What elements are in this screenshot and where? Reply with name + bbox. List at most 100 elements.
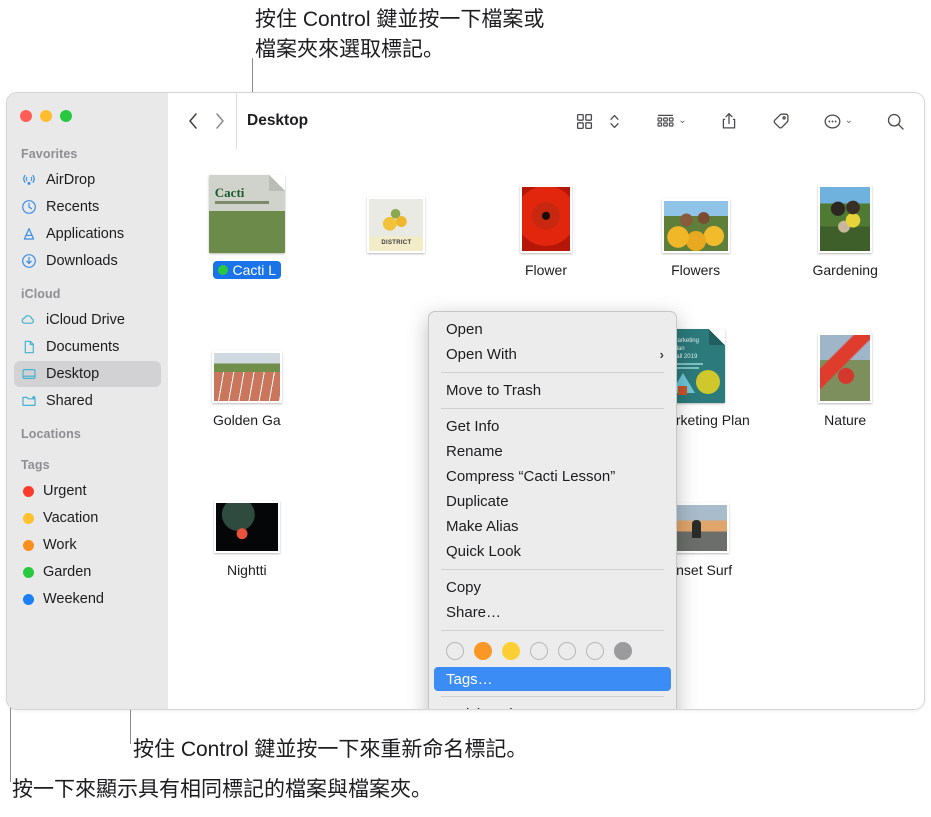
menu-item-label: Copy xyxy=(446,579,482,596)
blue-tag-swatch[interactable] xyxy=(558,642,576,660)
submenu-arrow-icon: › xyxy=(659,347,664,362)
sidebar-item-desktop[interactable]: Desktop xyxy=(14,361,161,387)
menu-item-open-with[interactable]: Open With › xyxy=(429,342,676,367)
menu-item-compress[interactable]: Compress “Cacti Lesson” xyxy=(429,464,676,489)
sidebar-tag-label: Weekend xyxy=(43,591,104,607)
sidebar-item-applications[interactable]: Applications xyxy=(14,221,161,247)
cloud-icon xyxy=(20,312,37,329)
file-item[interactable]: Cacti Cacti L xyxy=(172,159,322,309)
sidebar-tag-label: Urgent xyxy=(43,483,87,499)
file-name: Flowers xyxy=(671,262,721,278)
toolbar-divider xyxy=(236,93,237,149)
sidebar-item-label: iCloud Drive xyxy=(46,312,125,328)
green-tag-swatch[interactable] xyxy=(530,642,548,660)
sidebar-section-favorites: Favorites xyxy=(21,147,78,161)
file-item[interactable]: DISTRICT xyxy=(322,159,472,309)
file-item[interactable]: Nightti xyxy=(172,459,322,609)
sunflowers-people-thumbnail xyxy=(661,199,730,253)
tags-button[interactable] xyxy=(766,107,796,135)
group-by-button[interactable]: ⌄ xyxy=(651,107,691,135)
file-item[interactable]: Flower xyxy=(471,159,621,309)
sidebar-tag-label: Vacation xyxy=(43,510,99,526)
more-button[interactable]: ⌄ xyxy=(818,107,858,135)
sidebar-item-shared[interactable]: Shared xyxy=(14,388,161,414)
search-button[interactable] xyxy=(880,107,910,135)
close-button[interactable] xyxy=(20,110,32,122)
sidebar-item-documents[interactable]: Documents xyxy=(14,334,161,360)
menu-item-label: Duplicate xyxy=(446,493,509,510)
file-tag-dot xyxy=(217,265,228,275)
desktop-icon xyxy=(20,366,37,383)
content-pane: Desktop ⌄ ⌄ Cacti Cacti L DISTRICT Flowe… xyxy=(168,93,924,709)
zoom-button[interactable] xyxy=(60,110,72,122)
yellow-tag-swatch[interactable] xyxy=(502,642,520,660)
track-field-thumbnail xyxy=(211,351,282,403)
minimize-button[interactable] xyxy=(40,110,52,122)
sidebar-tag-urgent[interactable]: Urgent xyxy=(14,478,161,504)
menu-separator xyxy=(441,696,664,697)
file-item[interactable]: Flowers xyxy=(621,159,771,309)
traffic-lights xyxy=(7,101,168,135)
file-item[interactable]: Gardening xyxy=(770,159,920,309)
menu-item-quick-look[interactable]: Quick Look xyxy=(429,539,676,564)
thumbnail-wrap xyxy=(211,315,282,403)
file-item[interactable]: Nature xyxy=(770,309,920,459)
file-label[interactable] xyxy=(391,561,401,563)
forward-button[interactable] xyxy=(206,108,232,134)
share-button[interactable] xyxy=(714,107,744,135)
sidebar-item-label: Downloads xyxy=(46,253,118,269)
file-label[interactable]: Nightti xyxy=(222,561,272,579)
thumbnail-wrap xyxy=(213,465,280,553)
submenu-arrow-icon: › xyxy=(660,707,664,709)
menu-item-quick-actions[interactable]: Quick Actions › xyxy=(429,702,676,709)
back-button[interactable] xyxy=(180,108,206,134)
file-name: Cacti L xyxy=(232,262,277,278)
sidebar-item-downloads[interactable]: Downloads xyxy=(14,248,161,274)
purple-tag-swatch[interactable] xyxy=(586,642,604,660)
toolbar-actions: ⌄ ⌄ xyxy=(569,107,910,135)
sidebar-item-recents[interactable]: Recents xyxy=(14,194,161,220)
file-label[interactable] xyxy=(391,411,401,413)
menu-item-make-alias[interactable]: Make Alias xyxy=(429,514,676,539)
sidebar-tag-weekend[interactable]: Weekend xyxy=(14,586,161,612)
menu-item-share[interactable]: Share… xyxy=(429,600,676,625)
sidebar-item-label: Desktop xyxy=(46,366,100,382)
menu-item-get-info[interactable]: Get Info xyxy=(429,414,676,439)
sidebar-tag-garden[interactable]: Garden xyxy=(14,559,161,585)
file-label[interactable]: Flower xyxy=(520,261,572,279)
sidebar-item-icloud-drive[interactable]: iCloud Drive xyxy=(14,307,161,333)
orange-tag-swatch[interactable] xyxy=(474,642,492,660)
sidebar-tag-vacation[interactable]: Vacation xyxy=(14,505,161,531)
sidebar-item-label: AirDrop xyxy=(46,172,96,188)
file-label[interactable]: Gardening xyxy=(808,261,883,279)
file-label[interactable]: Cacti L xyxy=(212,261,282,279)
chevron-down-icon: ⌄ xyxy=(678,115,687,126)
gray-tag-swatch[interactable] xyxy=(614,642,632,660)
no-tag-swatch[interactable] xyxy=(446,642,464,660)
menu-item-duplicate[interactable]: Duplicate xyxy=(429,489,676,514)
view-stepper[interactable] xyxy=(599,107,629,135)
sidebar-section-icloud: iCloud xyxy=(21,287,61,301)
district-poster-thumbnail: DISTRICT xyxy=(367,197,426,253)
file-label[interactable]: Nature xyxy=(819,411,871,429)
sidebar: Favorites AirDrop Recents Applications D… xyxy=(7,93,168,709)
file-label[interactable] xyxy=(391,261,401,263)
file-label[interactable]: Flowers xyxy=(666,261,725,279)
menu-item-open[interactable]: Open xyxy=(429,317,676,342)
annotation-bottom: 按一下來顯示具有相同標記的檔案與檔案夾。 xyxy=(12,778,432,801)
icon-view-button[interactable] xyxy=(569,107,599,135)
menu-item-label: Share… xyxy=(446,604,502,621)
sidebar-section-tags: Tags xyxy=(21,458,50,472)
menu-item-label: Compress “Cacti Lesson” xyxy=(446,468,616,485)
menu-item-rename[interactable]: Rename xyxy=(429,439,676,464)
thumbnail-wrap xyxy=(818,315,873,403)
sidebar-item-airdrop[interactable]: AirDrop xyxy=(14,167,161,193)
file-item[interactable]: Golden Ga xyxy=(172,309,322,459)
menu-item-tags[interactable]: Tags… xyxy=(434,667,671,691)
file-label[interactable]: Golden Ga xyxy=(208,411,286,429)
annotation-middle: 按住 Control 鍵並按一下來重新命名標記。 xyxy=(133,738,528,761)
menu-item-label: Open With xyxy=(446,346,517,363)
menu-item-move-to-trash[interactable]: Move to Trash xyxy=(429,378,676,403)
sidebar-tag-work[interactable]: Work xyxy=(14,532,161,558)
menu-item-copy[interactable]: Copy xyxy=(429,575,676,600)
